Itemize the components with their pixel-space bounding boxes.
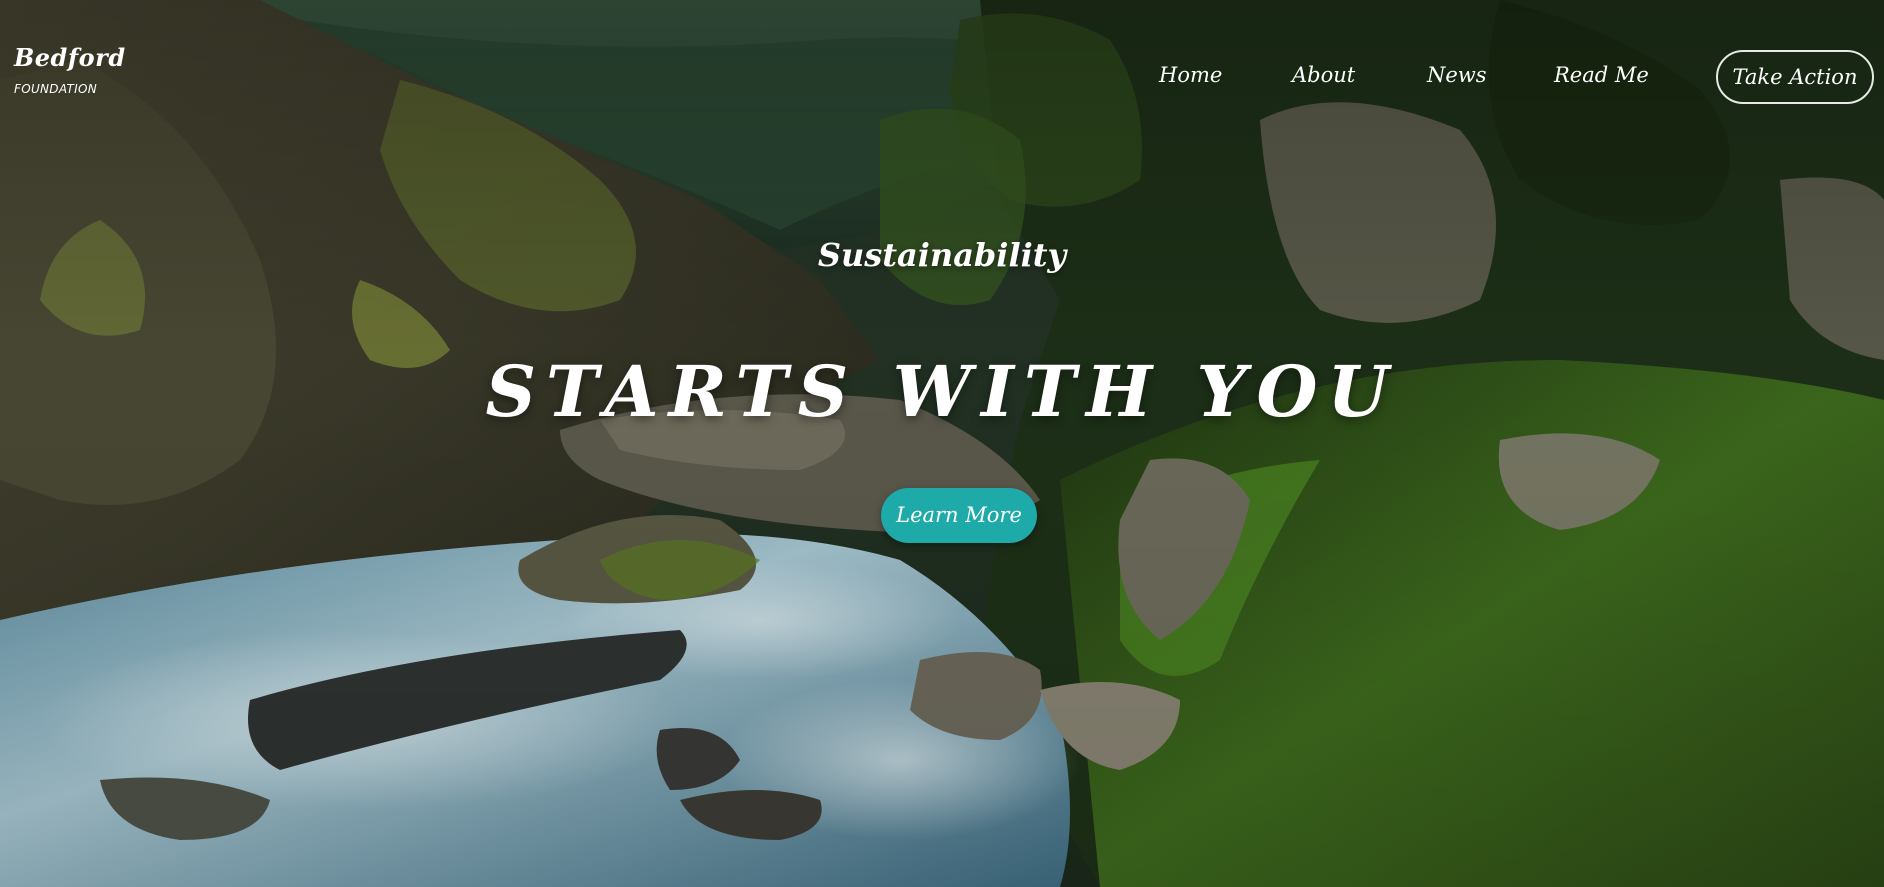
nav-link-read-me[interactable]: Read Me (1554, 60, 1649, 90)
nav-link-about[interactable]: About (1292, 60, 1355, 90)
hero-overlay (0, 0, 1884, 887)
take-action-button[interactable]: Take Action (1716, 50, 1874, 104)
main-navigation: Home About News Read Me Take Action (0, 50, 1884, 104)
nav-link-home[interactable]: Home (1159, 60, 1222, 90)
hero-section: Bedford FOUNDATION Home About News Read … (0, 0, 1884, 887)
learn-more-button[interactable]: Learn More (881, 488, 1037, 543)
nav-link-news[interactable]: News (1427, 60, 1487, 90)
hero-headline: STARTS WITH YOU (485, 350, 1399, 433)
hero-kicker: Sustainability (817, 236, 1067, 274)
